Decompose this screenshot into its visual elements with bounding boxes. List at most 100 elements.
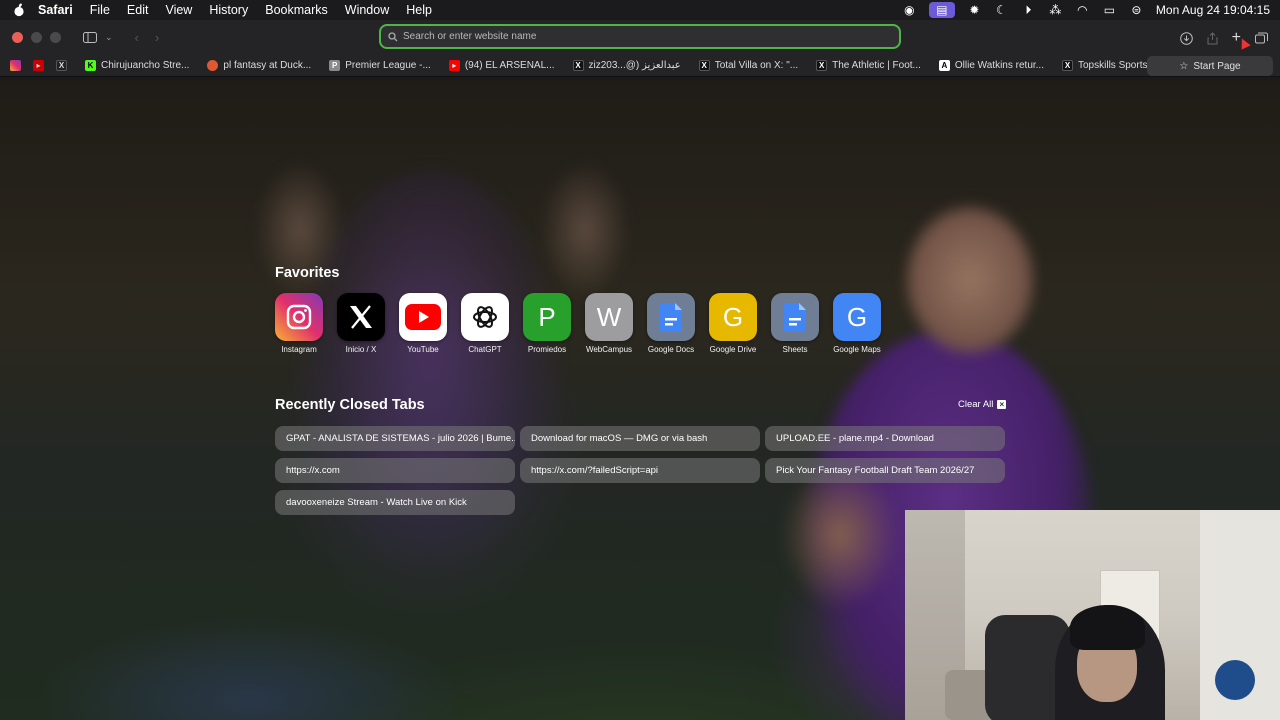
x-icon: X bbox=[816, 60, 828, 71]
tab-overview-icon[interactable] bbox=[1255, 28, 1268, 48]
menu-edit[interactable]: Edit bbox=[127, 3, 149, 17]
bookmark-item[interactable]: X Total Villa on X: "... bbox=[698, 60, 799, 71]
youtube-icon[interactable]: ▸ bbox=[33, 60, 44, 71]
bookmark-item[interactable]: ▸ (94) EL ARSENAL... bbox=[448, 60, 555, 71]
favorite-webcampus[interactable]: W WebCampus bbox=[585, 293, 633, 354]
bookmark-label: Premier League -... bbox=[345, 60, 431, 71]
minimize-window-button[interactable] bbox=[31, 32, 42, 43]
favorite-promiedos[interactable]: P Promiedos bbox=[523, 293, 571, 354]
bookmark-label: Ollie Watkins retur... bbox=[954, 60, 1044, 71]
menu-help[interactable]: Help bbox=[406, 3, 432, 17]
chatgpt-icon bbox=[461, 293, 509, 341]
favorite-youtube[interactable]: YouTube bbox=[399, 293, 447, 354]
clear-all-label: Clear All bbox=[958, 399, 994, 410]
favorite-sheets[interactable]: Sheets bbox=[771, 293, 819, 354]
instagram-icon[interactable] bbox=[10, 60, 21, 71]
favorite-label: Google Maps bbox=[833, 345, 881, 354]
bookmarks-bar: ▸ X K Chirujuancho Stre... pl fantasy at… bbox=[0, 55, 1280, 77]
bookmark-label: Total Villa on X: "... bbox=[714, 60, 799, 71]
letter-w-icon: W bbox=[585, 293, 633, 341]
share-icon[interactable] bbox=[1207, 28, 1218, 48]
brightness-icon[interactable]: ✹ bbox=[967, 3, 982, 17]
letter-g-icon: G bbox=[709, 293, 757, 341]
close-icon: × bbox=[997, 400, 1007, 409]
downloads-icon[interactable] bbox=[1179, 28, 1193, 48]
browser-toolbar: ⌄ ‹ › + bbox=[0, 20, 1280, 55]
forward-button[interactable]: › bbox=[155, 28, 159, 48]
letter-p-icon: P bbox=[523, 293, 571, 341]
page-icon: P bbox=[329, 60, 341, 71]
bookmark-item[interactable]: P Premier League -... bbox=[329, 60, 431, 71]
favorite-label: WebCampus bbox=[585, 345, 633, 354]
x-icon[interactable]: X bbox=[56, 60, 67, 71]
search-input[interactable] bbox=[403, 31, 883, 42]
recently-closed-tab[interactable]: https://x.com/?failedScript=api bbox=[520, 458, 760, 483]
menu-window[interactable]: Window bbox=[345, 3, 389, 17]
recently-closed-tab[interactable]: Pick Your Fantasy Football Draft Team 20… bbox=[765, 458, 1005, 483]
recently-closed-tab[interactable]: Download for macOS — DMG or via bash bbox=[520, 426, 760, 451]
back-button[interactable]: ‹ bbox=[135, 28, 139, 48]
kick-icon: K bbox=[85, 60, 96, 71]
recently-closed-tab[interactable]: GPAT - ANALISTA DE SISTEMAS - julio 2026… bbox=[275, 426, 515, 451]
x-icon: X bbox=[572, 60, 584, 71]
sheets-icon bbox=[771, 293, 819, 341]
favorite-google-drive[interactable]: G Google Drive bbox=[709, 293, 757, 354]
bookmark-label: The Athletic | Foot... bbox=[832, 60, 921, 71]
favorite-google-docs[interactable]: Google Docs bbox=[647, 293, 695, 354]
control-center-icon[interactable]: ⊜ bbox=[1129, 3, 1144, 17]
letter-g-icon: G bbox=[833, 293, 881, 341]
favorite-x[interactable]: Inicio / X bbox=[337, 293, 385, 354]
chevron-down-icon[interactable]: ⌄ bbox=[105, 28, 113, 48]
x-icon: X bbox=[698, 60, 710, 71]
favorite-label: Promiedos bbox=[527, 345, 567, 354]
menu-app-name[interactable]: Safari bbox=[38, 3, 73, 17]
athletic-icon: A bbox=[938, 60, 950, 71]
bookmark-label: ziz203...@) عبدالعزيز bbox=[588, 60, 681, 71]
bookmark-item[interactable]: K Chirujuancho Stre... bbox=[85, 60, 189, 71]
control-center-grid-icon[interactable]: ⁂ bbox=[1048, 3, 1063, 17]
start-page-button[interactable]: ☆ Start Page bbox=[1147, 56, 1273, 76]
favorite-instagram[interactable]: Instagram bbox=[275, 293, 323, 354]
clear-all-button[interactable]: Clear All × bbox=[958, 399, 1007, 410]
favorite-chatgpt[interactable]: ChatGPT bbox=[461, 293, 509, 354]
youtube-icon bbox=[399, 293, 447, 341]
zoom-window-button[interactable] bbox=[50, 32, 61, 43]
favorites-title: Favorites bbox=[275, 265, 340, 281]
webcam-person-hair bbox=[1070, 605, 1145, 650]
start-page-label: Start Page bbox=[1193, 60, 1241, 72]
favorite-label: Inicio / X bbox=[345, 345, 377, 354]
favorite-label: Sheets bbox=[782, 345, 808, 354]
recently-closed-tab[interactable]: davooxeneize Stream - Watch Live on Kick bbox=[275, 490, 515, 515]
menu-clock[interactable]: Mon Aug 24 19:04:15 bbox=[1156, 3, 1270, 17]
sidebar-toggle-icon[interactable] bbox=[83, 28, 97, 48]
duckduckgo-icon bbox=[207, 60, 219, 71]
x-icon: X bbox=[1062, 60, 1073, 71]
bookmark-item[interactable]: X The Athletic | Foot... bbox=[816, 60, 921, 71]
menu-history[interactable]: History bbox=[209, 3, 248, 17]
recently-closed-tab[interactable]: UPLOAD.EE - plane.mp4 - Download bbox=[765, 426, 1005, 451]
media-play-icon[interactable]: ⏵ bbox=[1021, 3, 1036, 17]
wifi-icon[interactable]: ◠ bbox=[1075, 3, 1090, 17]
favorite-label: Google Docs bbox=[647, 345, 695, 354]
bookmark-item[interactable]: X ziz203...@) عبدالعزيز bbox=[572, 60, 681, 71]
bookmark-item[interactable]: pl fantasy at Duck... bbox=[207, 60, 311, 71]
youtube-icon: ▸ bbox=[448, 60, 460, 71]
moon-icon[interactable]: ☾ bbox=[994, 3, 1009, 17]
menu-file[interactable]: File bbox=[90, 3, 110, 17]
battery-icon[interactable]: ▭ bbox=[1102, 3, 1117, 17]
bookmark-item[interactable]: A Ollie Watkins retur... bbox=[938, 60, 1044, 71]
menu-bar: Safari File Edit View History Bookmarks … bbox=[0, 0, 1280, 20]
bookmark-label: Chirujuancho Stre... bbox=[101, 60, 190, 71]
close-window-button[interactable] bbox=[12, 32, 23, 43]
favorite-label: Instagram bbox=[281, 345, 317, 354]
menu-bookmarks[interactable]: Bookmarks bbox=[265, 3, 328, 17]
address-bar[interactable] bbox=[379, 24, 901, 49]
recently-closed-tab[interactable]: https://x.com bbox=[275, 458, 515, 483]
apple-logo-icon[interactable] bbox=[12, 3, 26, 17]
google-docs-icon bbox=[647, 293, 695, 341]
camera-status-icon[interactable]: ◉ bbox=[902, 3, 917, 17]
x-icon bbox=[337, 293, 385, 341]
favorite-google-maps[interactable]: G Google Maps bbox=[833, 293, 881, 354]
screen-recording-icon[interactable]: ▤ bbox=[928, 2, 955, 18]
menu-view[interactable]: View bbox=[165, 3, 192, 17]
